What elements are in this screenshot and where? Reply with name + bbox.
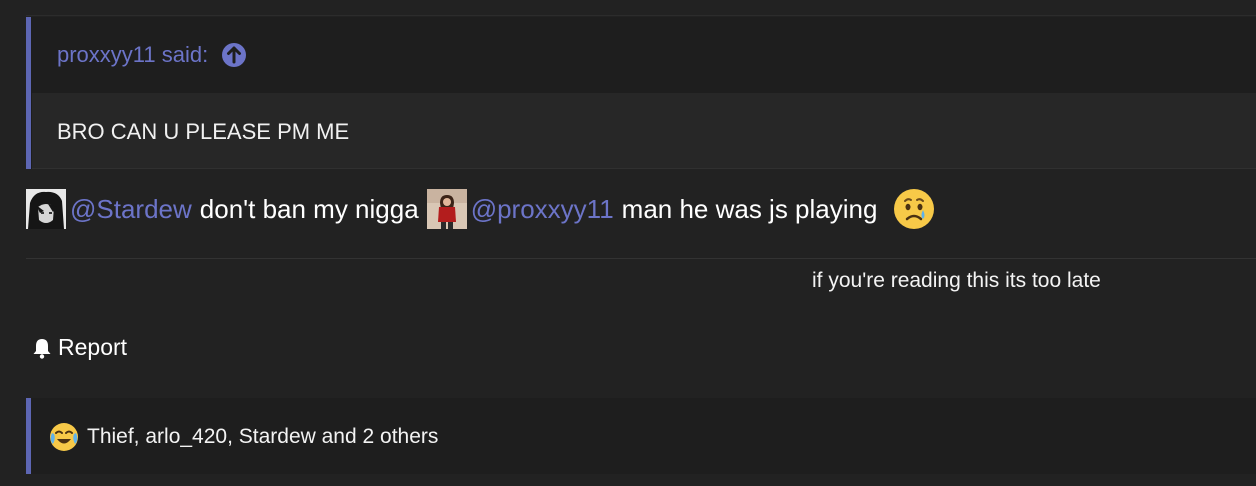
crying-laughing-emoji-icon <box>49 422 79 452</box>
mention-proxxyy11[interactable]: @proxxyy11 <box>471 194 614 225</box>
sad-face-emoji-icon <box>893 188 935 230</box>
reactions-summary[interactable]: Thief, arlo_420, Stardew and 2 others <box>87 425 438 449</box>
bell-icon <box>32 337 52 359</box>
mention-stardew[interactable]: @Stardew <box>70 194 192 225</box>
arrow-up-circle-icon[interactable] <box>222 43 247 67</box>
reactions-bar[interactable]: Thief, arlo_420, Stardew and 2 others <box>26 398 1256 474</box>
quote-text: BRO CAN U PLEASE PM ME <box>57 119 350 144</box>
report-label: Report <box>58 334 128 360</box>
quote-body: BRO CAN U PLEASE PM ME <box>32 93 1256 169</box>
reactions-row[interactable]: Thief, arlo_420, Stardew and 2 others <box>49 422 438 452</box>
proxxyy11-avatar[interactable] <box>426 189 467 229</box>
user-signature: if you're reading this its too late <box>812 269 1101 292</box>
post-message: @Stardew don't ban my nigga @proxxyy11 m… <box>26 184 935 234</box>
quote-accent-bar <box>26 17 31 169</box>
quote-header: proxxyy11 said: <box>32 17 1256 93</box>
report-button[interactable]: Report <box>32 334 127 361</box>
quote-author-link[interactable]: proxxyy11 said: <box>57 42 208 68</box>
signature-divider <box>26 258 1256 259</box>
reactions-accent-bar <box>26 398 31 474</box>
message-text-1: don't ban my nigga <box>199 193 419 224</box>
stardew-avatar[interactable] <box>26 189 66 229</box>
top-divider <box>26 15 1256 16</box>
quote-block: proxxyy11 said: BRO CAN U PLEASE PM ME <box>26 17 1256 169</box>
forum-post: proxxyy11 said: BRO CAN U PLEASE PM ME @… <box>26 0 1256 486</box>
message-text-2: man he was js playing <box>621 193 878 224</box>
